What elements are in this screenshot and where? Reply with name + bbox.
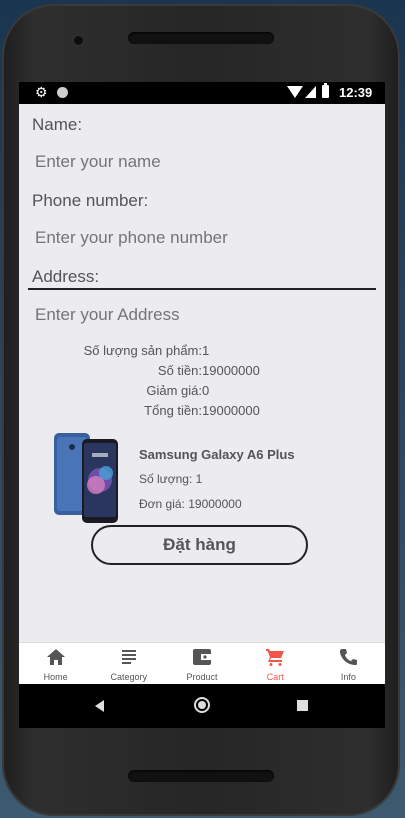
tab-category-label: Category bbox=[110, 672, 148, 682]
checkout-form: Name: Phone number: Address: Số lượng sả… bbox=[19, 104, 385, 642]
list-icon bbox=[121, 650, 136, 664]
home-button-icon[interactable] bbox=[194, 697, 210, 713]
address-input[interactable] bbox=[35, 305, 365, 325]
bottom-speaker bbox=[128, 770, 274, 782]
tab-home-label: Home bbox=[43, 672, 68, 682]
top-speaker bbox=[128, 32, 274, 44]
home-icon bbox=[46, 649, 65, 665]
wallet-icon bbox=[193, 649, 211, 665]
summary-amount-value: 19000000 bbox=[202, 363, 260, 378]
tab-cart[interactable]: Cart bbox=[239, 643, 312, 685]
wifi-icon bbox=[287, 86, 303, 98]
summary-discount-label: Giảm giá: bbox=[146, 383, 202, 398]
recent-apps-icon[interactable] bbox=[297, 700, 308, 711]
address-divider bbox=[28, 288, 376, 290]
name-label: Name: bbox=[32, 115, 83, 134]
product-image bbox=[54, 433, 118, 523]
battery-icon bbox=[322, 83, 329, 98]
summary-total-value: 19000000 bbox=[202, 403, 260, 418]
summary-quantity-value: 1 bbox=[202, 343, 210, 358]
tab-cart-label: Cart bbox=[266, 672, 284, 682]
summary-amount-label: Số tiền: bbox=[157, 363, 202, 378]
product-unit-price: Đơn giá: 19000000 bbox=[139, 497, 242, 511]
summary-total-label: Tổng tiền: bbox=[144, 403, 202, 418]
tab-home[interactable]: Home bbox=[19, 643, 92, 685]
phone-input[interactable] bbox=[35, 228, 365, 248]
name-input[interactable] bbox=[35, 152, 365, 172]
system-navigation-bar bbox=[19, 684, 385, 728]
device-screen: ⚙ 12:39 Name: Phone number: Address: Số … bbox=[19, 82, 385, 728]
signal-icon bbox=[305, 86, 316, 98]
product-quantity: Số lượng: 1 bbox=[139, 472, 203, 486]
bottom-tab-bar: Home Category Product Cart Info bbox=[19, 642, 385, 685]
status-time: 12:39 bbox=[339, 85, 373, 100]
tab-info-label: Info bbox=[340, 672, 356, 682]
product-name: Samsung Galaxy A6 Plus bbox=[139, 447, 295, 462]
summary-quantity-label: Số lượng sản phẩm: bbox=[83, 343, 202, 358]
notification-icon bbox=[57, 87, 68, 98]
tab-category[interactable]: Category bbox=[92, 643, 165, 685]
front-camera bbox=[74, 36, 83, 45]
cart-icon bbox=[266, 649, 285, 666]
gear-icon: ⚙ bbox=[35, 84, 48, 100]
tab-product-label: Product bbox=[186, 672, 218, 682]
status-bar: ⚙ 12:39 bbox=[19, 82, 385, 104]
phone-icon bbox=[340, 649, 358, 665]
back-icon[interactable] bbox=[95, 700, 104, 712]
place-order-button[interactable]: Đặt hàng bbox=[91, 525, 308, 565]
phone-label: Phone number: bbox=[32, 191, 149, 210]
address-label: Address: bbox=[32, 267, 100, 286]
tab-product[interactable]: Product bbox=[165, 643, 238, 685]
summary-discount-value: 0 bbox=[202, 383, 210, 398]
tab-info[interactable]: Info bbox=[312, 643, 385, 685]
